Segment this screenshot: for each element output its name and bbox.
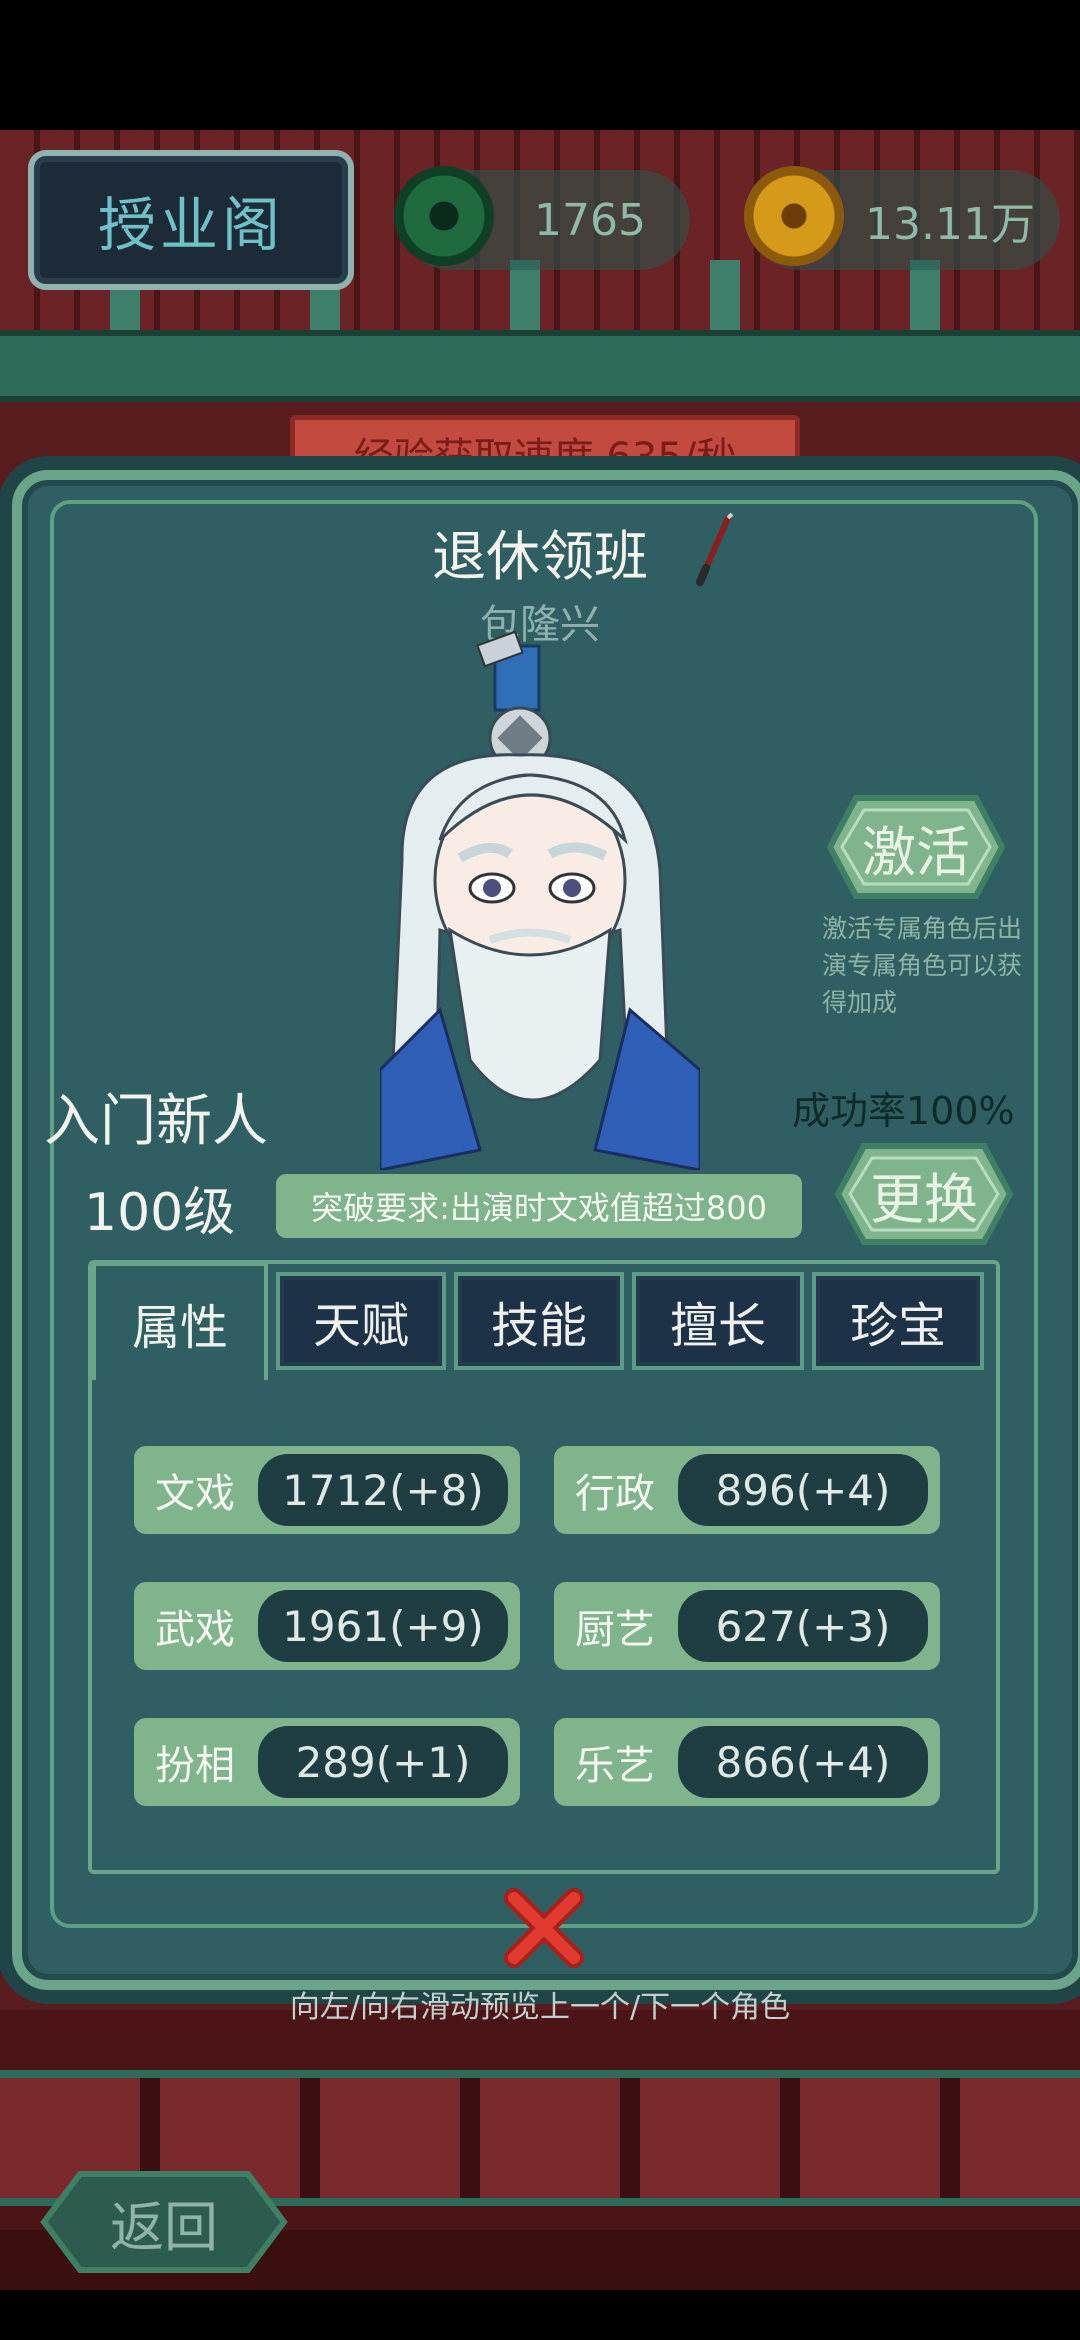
close-icon[interactable] (496, 1880, 592, 1976)
jade-currency-value: 1765 (534, 194, 646, 246)
page-title-plaque: 授业阁 (28, 150, 354, 290)
swipe-hint: 向左/向右滑动预览上一个/下一个角色 (289, 1990, 791, 2025)
attribute-row: 文戏 1712(+8) (134, 1446, 520, 1534)
activate-button[interactable]: 激活 (808, 792, 1024, 902)
navigation-bar (0, 2290, 1080, 2340)
attribute-label: 乐艺 (575, 1743, 655, 1789)
tab-talent[interactable]: 天赋 (276, 1272, 446, 1370)
status-bar (0, 0, 1080, 130)
swap-label: 更换 (870, 1167, 978, 1231)
attribute-row: 乐艺 866(+4) (554, 1718, 940, 1806)
tab-skills[interactable]: 技能 (454, 1272, 624, 1370)
character-role-title: 退休领班 (432, 525, 648, 588)
gold-coin-icon (744, 166, 844, 266)
tab-specialty[interactable]: 擅长 (632, 1272, 804, 1370)
attribute-value: 1961(+9) (258, 1590, 508, 1662)
attribute-value: 1712(+8) (258, 1454, 508, 1526)
attribute-label: 文戏 (155, 1471, 235, 1517)
back-label: 返回 (110, 2195, 218, 2259)
attribute-value: 866(+4) (678, 1726, 928, 1798)
rank-title: 入门新人 (44, 1089, 268, 1154)
green-beam (0, 330, 1080, 402)
attribute-value: 627(+3) (678, 1590, 928, 1662)
tab-treasure[interactable]: 珍宝 (812, 1272, 984, 1370)
activate-label: 激活 (862, 820, 970, 884)
gold-currency[interactable]: 13.11万 (744, 166, 1060, 270)
swap-button[interactable]: 更换 (818, 1140, 1030, 1248)
gold-currency-value: 13.11万 (865, 199, 1035, 250)
back-button[interactable]: 返回 (24, 2168, 304, 2276)
brush-icon[interactable] (692, 512, 738, 586)
level-value: 100级 (84, 1183, 236, 1243)
success-rate: 成功率100% (792, 1089, 1015, 1133)
attribute-row: 行政 896(+4) (554, 1446, 940, 1534)
attribute-row: 扮相 289(+1) (134, 1718, 520, 1806)
tab-attributes[interactable]: 属性 (92, 1262, 268, 1380)
character-portrait (380, 630, 700, 1170)
attribute-row: 武戏 1961(+9) (134, 1582, 520, 1670)
attribute-value: 289(+1) (258, 1726, 508, 1798)
attribute-label: 厨艺 (575, 1607, 655, 1653)
attribute-label: 扮相 (155, 1743, 235, 1789)
attribute-value: 896(+4) (678, 1454, 928, 1526)
breakthrough-requirement: 突破要求:出演时文戏值超过800 (276, 1174, 802, 1238)
jade-coin-icon (394, 166, 494, 266)
attribute-row: 厨艺 627(+3) (554, 1582, 940, 1670)
activate-note: 激活专属角色后出演专属角色可以获得加成 (822, 914, 1023, 1017)
jade-currency[interactable]: 1765 (394, 166, 690, 270)
page-title: 授业阁 (97, 191, 284, 259)
attribute-label: 行政 (575, 1471, 655, 1517)
attribute-label: 武戏 (155, 1607, 235, 1653)
